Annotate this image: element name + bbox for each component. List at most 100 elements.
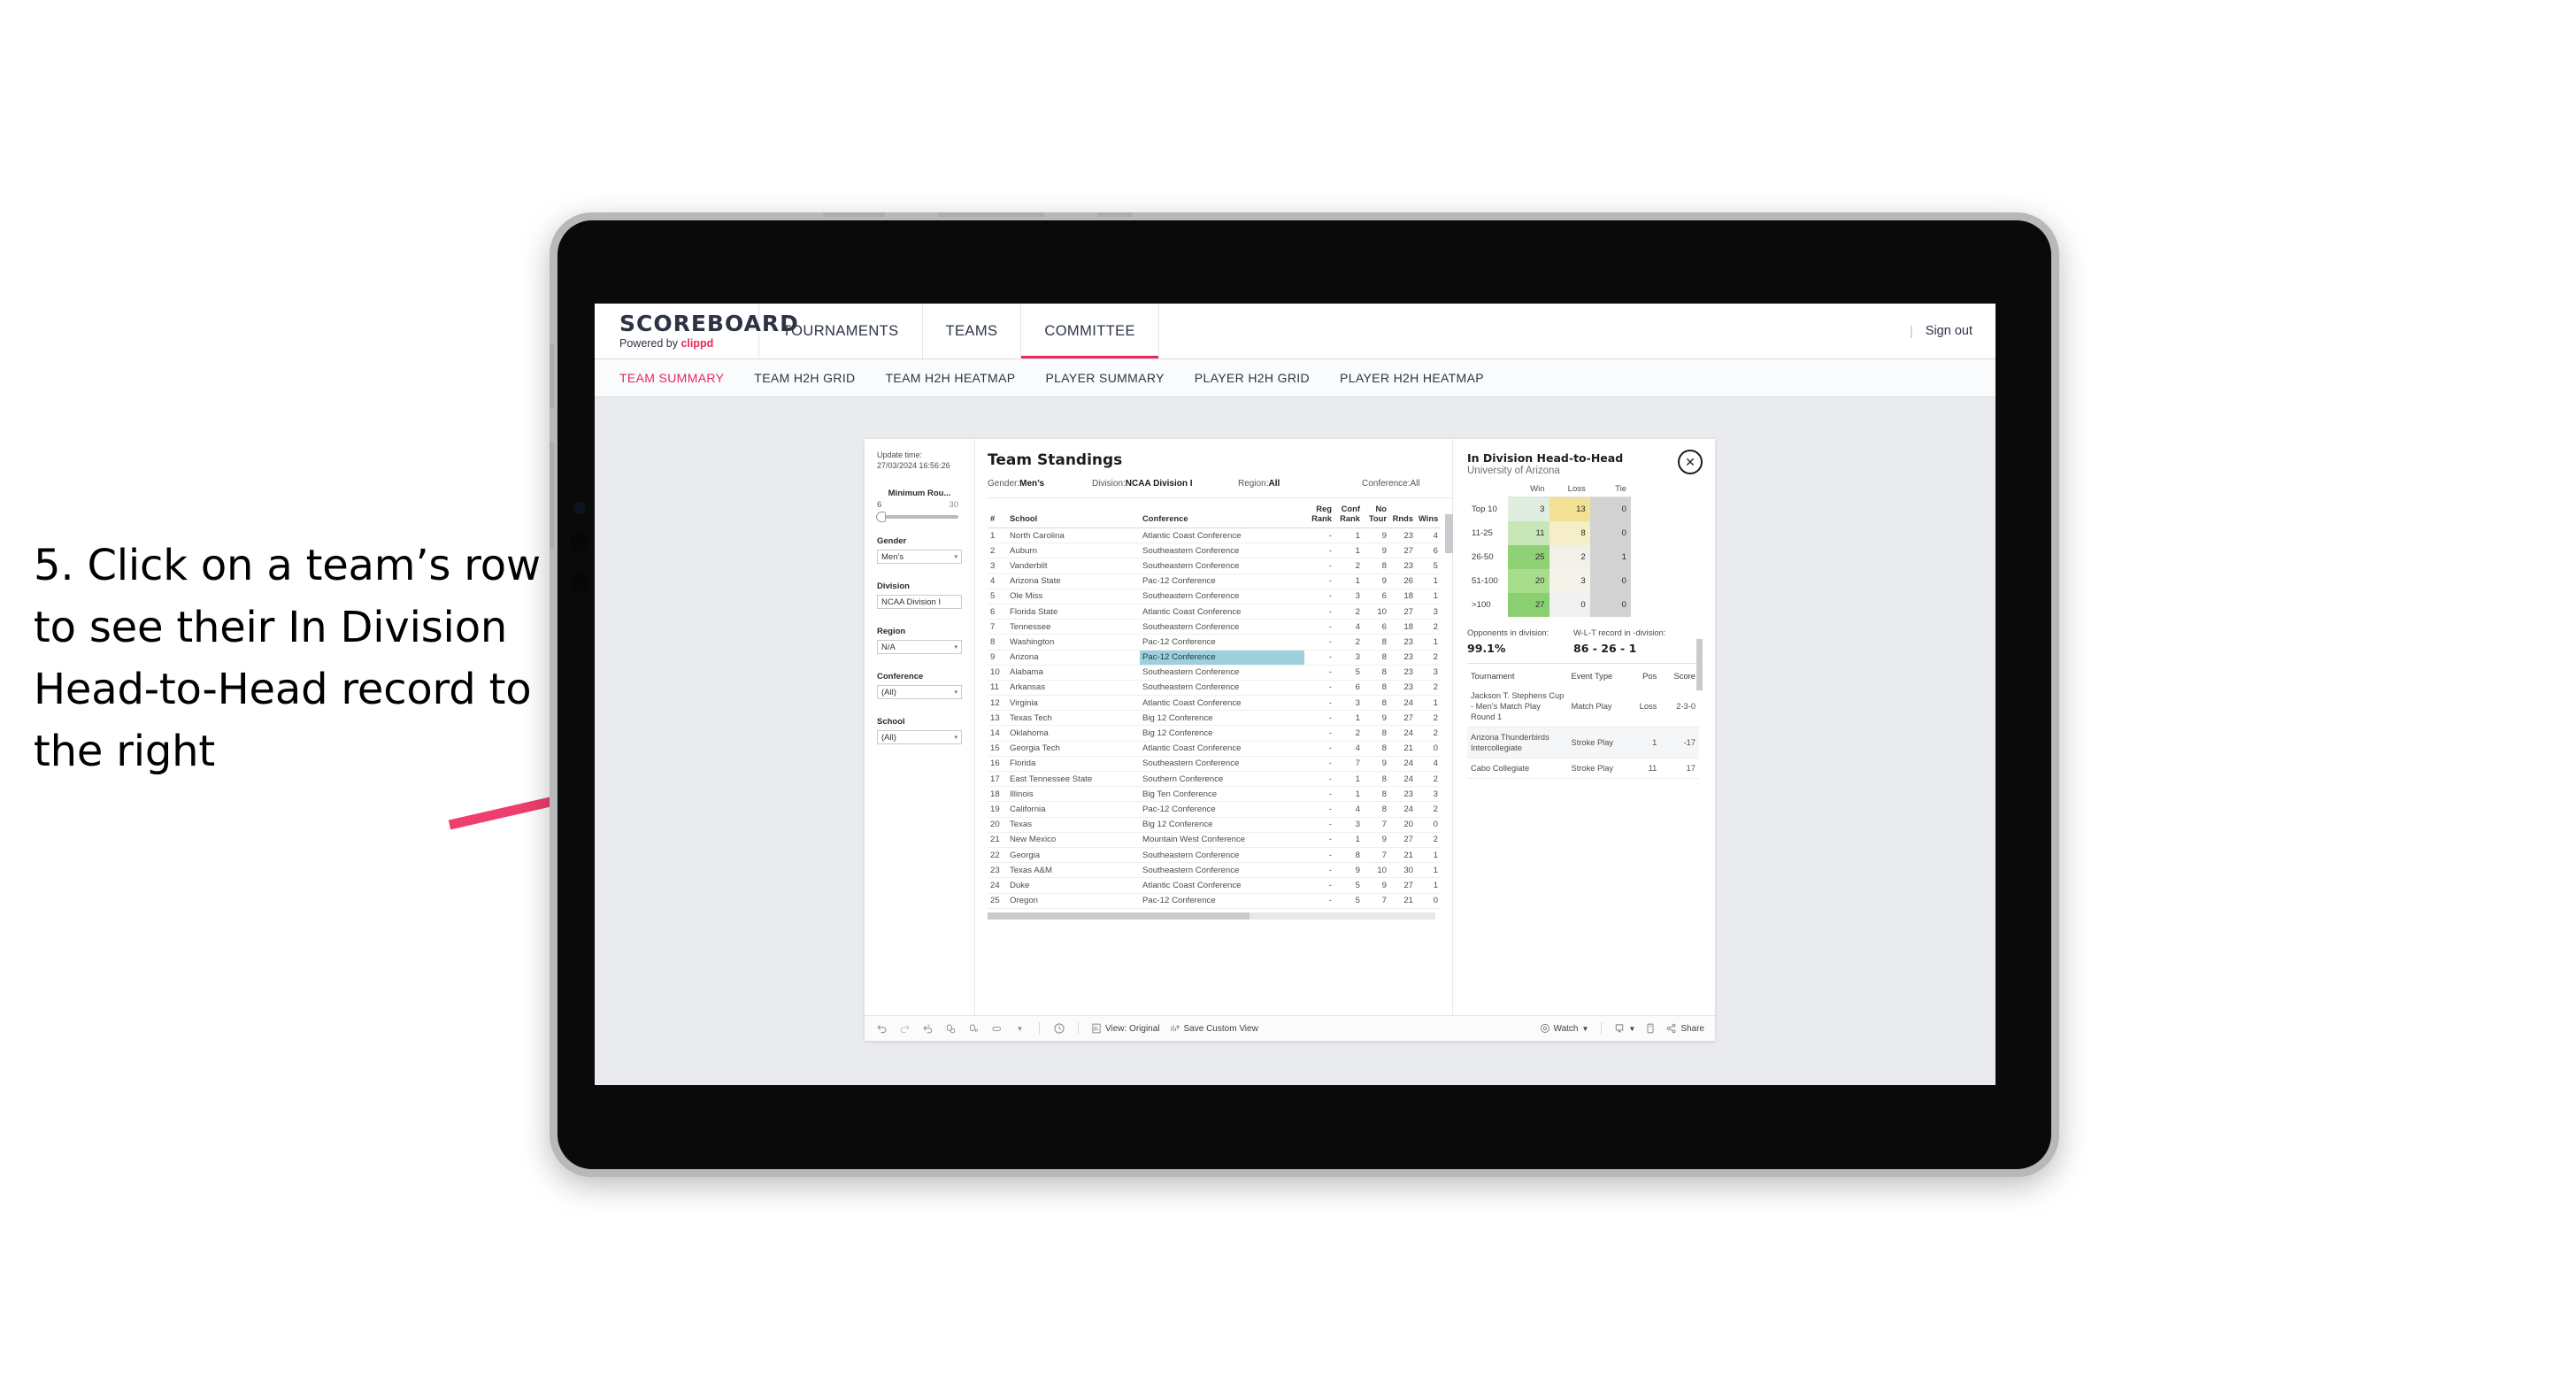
h2h-loss-cell[interactable]: 8 — [1549, 521, 1590, 545]
table-row[interactable]: 4 Arizona State Pac-12 Conference -1 9 26 1 — [988, 574, 1441, 589]
slider-handle[interactable] — [876, 512, 886, 523]
table-row[interactable]: 11 Arkansas Southeastern Conference -6 8 23 2 — [988, 680, 1441, 697]
save-custom-view-button[interactable]: Save Custom View — [1170, 1023, 1258, 1034]
table-row[interactable]: 23 Texas A&M Southeastern Conference -9 10 30… — [988, 862, 1441, 879]
table-row[interactable]: 2 Auburn Southeastern Conference -1 9 27 6 — [988, 543, 1441, 559]
table-row[interactable]: 8 Washington Pac-12 Conference -2 8 23 1 — [988, 634, 1441, 651]
nav-item-tournaments[interactable]: TOURNAMENTS — [759, 304, 923, 358]
col-tournament[interactable]: Tournament — [1467, 671, 1568, 686]
tab-player-h2h-grid[interactable]: PLAYER H2H GRID — [1195, 371, 1310, 385]
undo-icon[interactable] — [875, 1022, 888, 1036]
brand-logo[interactable]: SCOREBOARD Powered by clippd — [595, 304, 798, 358]
row-rank: 19 — [988, 801, 1007, 818]
col-no-tour[interactable]: No Tour — [1363, 500, 1389, 528]
tab-player-h2h-heatmap[interactable]: PLAYER H2H HEATMAP — [1340, 371, 1484, 385]
vertical-scrollbar[interactable] — [1445, 514, 1453, 553]
table-row[interactable]: 19 California Pac-12 Conference -4 8 24 2 — [988, 801, 1441, 818]
refresh-data-icon[interactable] — [944, 1022, 957, 1036]
highlight-icon[interactable] — [990, 1022, 1003, 1036]
table-row[interactable]: 13 Texas Tech Big 12 Conference -1 9 27 2 — [988, 710, 1441, 727]
h2h-win-cell[interactable]: 11 — [1508, 521, 1549, 545]
table-row[interactable]: 7 Tennessee Southeastern Conference -4 6 18 2 — [988, 619, 1441, 635]
filter-division-select[interactable]: NCAA Division I — [877, 595, 962, 610]
filter-conference-select[interactable]: (All) ▾ — [877, 685, 962, 700]
table-row[interactable]: 21 New Mexico Mountain West Conference -1 9 2… — [988, 832, 1441, 848]
table-row[interactable]: 22 Georgia Southeastern Conference -8 7 21 1 — [988, 847, 1441, 864]
table-row[interactable]: 16 Florida Southeastern Conference -7 9 24 4 — [988, 756, 1441, 773]
col-school[interactable]: School — [1007, 500, 1140, 528]
row-rnds: 24 — [1389, 695, 1416, 712]
filter-region-select[interactable]: N/A ▾ — [877, 640, 962, 655]
tab-team-h2h-heatmap[interactable]: TEAM H2H HEATMAP — [886, 371, 1016, 385]
h2h-win-cell[interactable]: 20 — [1508, 569, 1549, 593]
h2h-loss-cell[interactable]: 13 — [1549, 497, 1590, 521]
table-row[interactable]: 20 Texas Big 12 Conference -3 7 20 0 — [988, 817, 1441, 833]
col-rnds[interactable]: Rnds — [1389, 500, 1416, 528]
table-row[interactable]: 9 Arizona Pac-12 Conference -3 8 23 2 — [988, 650, 1441, 666]
clock-icon[interactable] — [1052, 1022, 1065, 1036]
nav-item-committee[interactable]: COMMITTEE — [1021, 304, 1159, 358]
col-pos[interactable]: Pos — [1627, 671, 1660, 686]
tournaments-scrollbar[interactable] — [1696, 639, 1703, 690]
h2h-win-cell[interactable]: 27 — [1508, 593, 1549, 617]
tab-team-summary[interactable]: TEAM SUMMARY — [619, 371, 724, 385]
table-row[interactable]: 15 Georgia Tech Atlantic Coast Conference -… — [988, 741, 1441, 757]
tab-team-h2h-grid[interactable]: TEAM H2H GRID — [754, 371, 855, 385]
tab-player-summary[interactable]: PLAYER SUMMARY — [1045, 371, 1164, 385]
sign-out-link[interactable]: Sign out — [1926, 324, 1972, 338]
horizontal-scrollbar[interactable] — [988, 912, 1435, 920]
filter-school-select[interactable]: (All) ▾ — [877, 730, 962, 745]
table-row[interactable]: 17 East Tennessee State Southern Conferenc… — [988, 771, 1441, 788]
list-item[interactable]: Cabo Collegiate Stroke Play 11 17 — [1467, 758, 1699, 780]
h2h-loss-cell[interactable]: 0 — [1549, 593, 1590, 617]
table-row[interactable]: 25 Oregon Pac-12 Conference -5 7 21 0 — [988, 893, 1441, 909]
summary-conference-label: Conference: — [1362, 479, 1411, 489]
col-score[interactable]: Score — [1660, 671, 1699, 686]
h2h-tie-cell[interactable]: 0 — [1589, 497, 1631, 521]
view-original-button[interactable]: View: Original — [1091, 1023, 1160, 1034]
device-camera2-icon — [570, 573, 589, 592]
h2h-win-cell[interactable]: 3 — [1508, 497, 1549, 521]
table-row[interactable]: 1 North Carolina Atlantic Coast Conference… — [988, 527, 1441, 544]
pause-updates-icon[interactable] — [967, 1022, 980, 1036]
col-rank[interactable]: # — [988, 500, 1007, 528]
redo-icon[interactable] — [898, 1022, 911, 1036]
h2h-tie-cell[interactable]: 1 — [1589, 545, 1631, 569]
nav-item-teams[interactable]: TEAMS — [923, 304, 1022, 358]
table-row[interactable]: 5 Ole Miss Southeastern Conference -3 6 18 1 — [988, 589, 1441, 604]
list-item[interactable]: Jackson T. Stephens Cup - Men’s Match Pl… — [1467, 686, 1699, 728]
revert-icon[interactable] — [921, 1022, 934, 1036]
table-row[interactable]: 18 Illinois Big Ten Conference -1 8 23 3 — [988, 786, 1441, 803]
row-reg-rank: - — [1304, 543, 1334, 559]
table-row[interactable]: 24 Duke Atlantic Coast Conference -5 9 27 1 — [988, 877, 1441, 894]
h2h-loss-cell[interactable]: 2 — [1549, 545, 1590, 569]
list-item[interactable]: Arizona Thunderbirds Intercollegiate Stro… — [1467, 727, 1699, 759]
filter-gender-select[interactable]: Men’s ▾ — [877, 550, 962, 565]
col-wins[interactable]: Wins — [1416, 500, 1441, 528]
row-reg-rank: - — [1304, 695, 1334, 712]
download-button[interactable]: ▼ — [1614, 1023, 1635, 1034]
h2h-loss-cell[interactable]: 3 — [1549, 569, 1590, 593]
h2h-tie-cell[interactable]: 0 — [1589, 593, 1631, 617]
share-button[interactable]: Share — [1665, 1023, 1704, 1034]
fullscreen-button[interactable] — [1645, 1023, 1656, 1034]
close-icon[interactable]: ✕ — [1678, 450, 1703, 474]
table-row[interactable]: 6 Florida State Atlantic Coast Conference -… — [988, 604, 1441, 620]
watch-button[interactable]: Watch ▼ — [1540, 1023, 1588, 1034]
col-conference[interactable]: Conference — [1140, 500, 1304, 528]
col-reg-rank[interactable]: Reg Rank — [1304, 500, 1334, 528]
table-row[interactable]: 12 Virginia Atlantic Coast Conference -3 8 24… — [988, 695, 1441, 712]
col-event-type[interactable]: Event Type — [1568, 671, 1628, 686]
row-rank: 4 — [988, 574, 1007, 589]
col-conf-rank[interactable]: Conf Rank — [1334, 500, 1363, 528]
table-row[interactable]: 10 Alabama Southeastern Conference -5 8 23 3 — [988, 665, 1441, 681]
h2h-tie-cell[interactable]: 0 — [1589, 569, 1631, 593]
table-row[interactable]: 3 Vanderbilt Southeastern Conference -2 8 23 5 — [988, 558, 1441, 574]
h2h-tie-cell[interactable]: 0 — [1589, 521, 1631, 545]
row-conf-rank: 2 — [1334, 604, 1363, 620]
min-rounds-slider[interactable] — [876, 512, 958, 523]
dropdown-caret-icon[interactable]: ▼ — [1013, 1022, 1027, 1036]
h2h-bucket-label: >100 — [1467, 593, 1509, 617]
table-row[interactable]: 14 Oklahoma Big 12 Conference -2 8 24 2 — [988, 725, 1441, 742]
h2h-win-cell[interactable]: 25 — [1508, 545, 1549, 569]
